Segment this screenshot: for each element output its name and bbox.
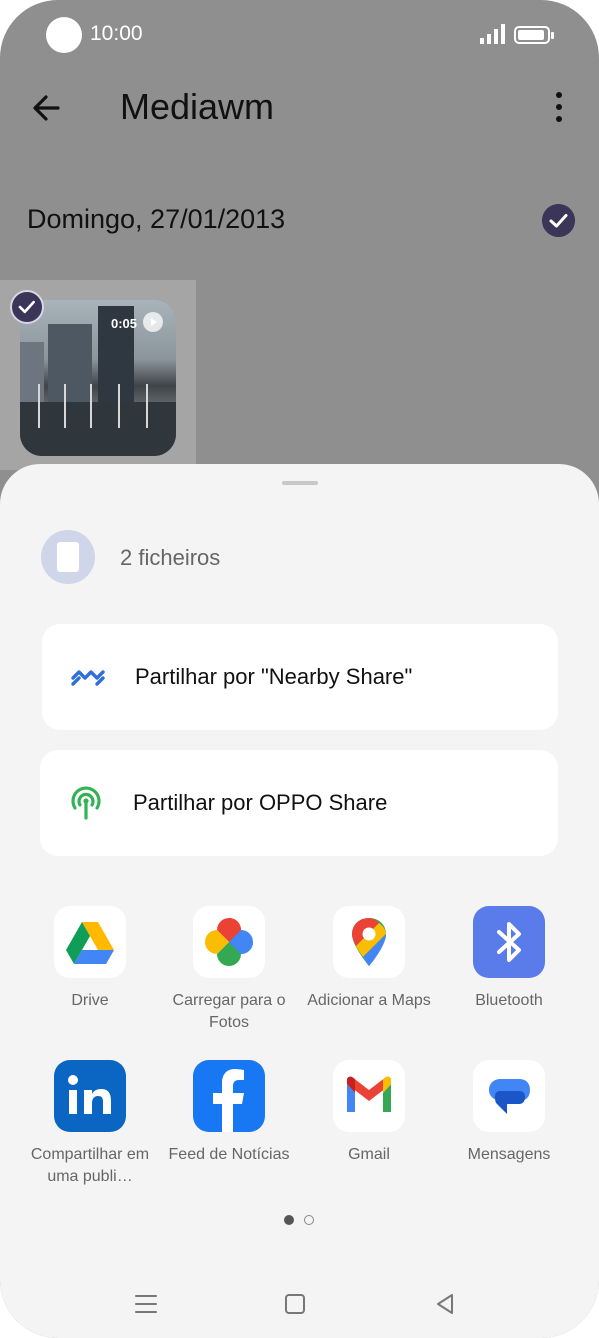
app-google-photos[interactable]: Carregar para o Fotos <box>159 906 299 1034</box>
share-sheet: 2 ficheiros Partilhar por "Nearby Share"… <box>0 464 599 1338</box>
app-label: Feed de Notícias <box>168 1146 290 1163</box>
select-all-check-icon[interactable] <box>542 204 575 237</box>
app-linkedin[interactable]: Compartilhar em uma publi… <box>20 1060 160 1188</box>
app-label: Gmail <box>348 1146 390 1163</box>
camera-cutout <box>46 17 82 53</box>
page-dot-active <box>284 1215 294 1225</box>
linkedin-icon <box>54 1060 126 1132</box>
app-gmail[interactable]: Gmail <box>299 1060 439 1166</box>
facebook-icon <box>193 1060 265 1132</box>
date-label: Domingo, 27/01/2013 <box>27 204 286 234</box>
app-facebook[interactable]: Feed de Notícias <box>159 1060 299 1166</box>
google-maps-icon <box>333 906 405 978</box>
system-navigation-bar <box>0 1274 599 1334</box>
app-label: Drive <box>71 992 109 1009</box>
app-drive[interactable]: Drive <box>20 906 160 1012</box>
oppo-share-icon <box>71 786 101 820</box>
google-photos-icon <box>193 906 265 978</box>
recent-apps-icon[interactable] <box>132 1290 160 1318</box>
drag-handle[interactable] <box>282 481 318 485</box>
back-arrow-icon[interactable] <box>28 88 68 128</box>
date-header: Domingo, 27/01/2013 <box>0 190 599 250</box>
app-bar: Mediawm <box>0 70 599 146</box>
app-label: Mensagens <box>467 1146 551 1163</box>
status-bar: 10:00 <box>0 0 599 70</box>
more-options-icon[interactable] <box>548 92 570 126</box>
signal-icon <box>480 24 505 44</box>
google-drive-icon <box>54 906 126 978</box>
page-dot-inactive <box>304 1215 314 1225</box>
home-icon[interactable] <box>281 1290 309 1318</box>
item-check-icon[interactable] <box>10 290 44 324</box>
app-label: Bluetooth <box>475 992 543 1009</box>
app-label: Compartilhar em uma publi… <box>30 1146 150 1185</box>
messages-icon <box>473 1060 545 1132</box>
play-icon <box>143 312 163 332</box>
file-count: 2 ficheiros <box>120 545 221 570</box>
file-icon <box>41 530 95 584</box>
app-google-maps[interactable]: Adicionar a Maps <box>299 906 439 1012</box>
bluetooth-icon <box>473 906 545 978</box>
nearby-share-label: Partilhar por "Nearby Share" <box>135 664 413 689</box>
status-time: 10:00 <box>90 22 143 45</box>
app-label: Carregar para o Fotos <box>172 992 286 1031</box>
back-icon[interactable] <box>432 1290 460 1318</box>
gmail-icon <box>333 1060 405 1132</box>
nearby-share-icon <box>71 670 105 686</box>
page-indicator[interactable] <box>284 1214 316 1226</box>
app-label: Adicionar a Maps <box>307 992 431 1009</box>
app-bluetooth[interactable]: Bluetooth <box>439 906 579 1012</box>
battery-icon <box>514 26 554 44</box>
phone-screen: 10:00 Mediawm Domingo, 27/01/2013 0:05 2… <box>0 0 599 1338</box>
oppo-share-label: Partilhar por OPPO Share <box>133 790 388 815</box>
oppo-share-option[interactable]: Partilhar por OPPO Share <box>40 750 558 856</box>
app-messages[interactable]: Mensagens <box>439 1060 579 1166</box>
video-duration: 0:05 <box>111 316 138 331</box>
nearby-share-option[interactable]: Partilhar por "Nearby Share" <box>42 624 558 730</box>
page-title: Mediawm <box>120 86 275 127</box>
